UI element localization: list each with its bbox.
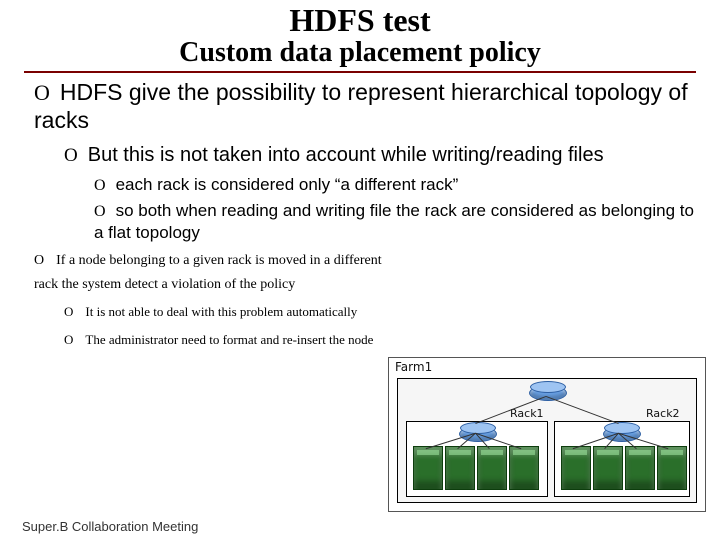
bullet-level0: OHDFS give the possibility to represent … [34,79,696,134]
bullet-text: each rack is considered only “a differen… [116,175,459,194]
rack2-box [554,421,690,497]
bullet-text: But this is not taken into account while… [88,144,604,166]
bullet-level2-0: Oeach rack is considered only “a differe… [94,174,696,196]
datanode-icon [561,446,591,490]
datanode-icon [477,446,507,490]
bullet-marker: O [64,304,73,319]
bullet-marker: O [34,80,50,105]
datanode-icon [509,446,539,490]
bullet-text: If a node belonging to a given rack is m… [34,253,382,292]
rack1-label: Rack1 [510,407,544,420]
bullet-marker: O [94,177,106,194]
bullet-text: It is not able to deal with this problem… [85,304,357,319]
bullet-level2-1: Oso both when reading and writing file t… [94,200,696,243]
rack1-box [406,421,548,497]
slide-footer: Super.B Collaboration Meeting [22,519,198,534]
title-divider [24,71,696,73]
bullet-text: The administrator need to format and re-… [85,332,373,347]
serif-sub-1: O The administrator need to format and re… [64,328,384,351]
rack2-switch-icon [603,426,641,442]
datanode-icon [625,446,655,490]
topology-diagram: Farm1 Rack1 Rack2 [388,357,706,512]
bullet-text: so both when reading and writing file th… [94,201,694,242]
datanode-icon [445,446,475,490]
farm-label: Farm1 [395,360,432,374]
bullet-marker: O [94,203,106,220]
bullet-level1-0: O But this is not taken into account whil… [64,143,696,168]
bullet-marker: O [64,145,78,166]
bullet-text: HDFS give the possibility to represent h… [34,79,688,133]
rack1-switch-icon [459,426,497,442]
serif-sub-0: O It is not able to deal with this proble… [64,300,384,323]
bullet-marker: O [34,253,44,268]
serif-bullet-0: OIf a node belonging to a given rack is … [34,249,394,297]
datanode-icon [413,446,443,490]
farm-box: Rack1 Rack2 [397,378,697,503]
datanode-icon [657,446,687,490]
slide-subtitle: Custom data placement policy [24,38,696,69]
rack2-label: Rack2 [646,407,680,420]
datanode-icon [593,446,623,490]
slide-title: HDFS test [24,4,696,38]
bullet-marker: O [64,332,73,347]
slide: HDFS test Custom data placement policy O… [0,0,720,540]
farm-switch-icon [529,385,567,401]
